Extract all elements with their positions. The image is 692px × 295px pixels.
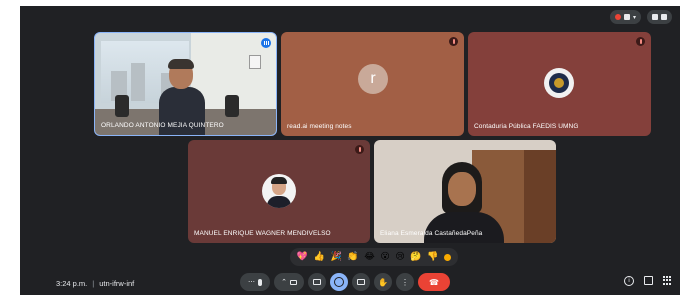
people-indicator[interactable] <box>647 10 672 24</box>
participant-name: Contaduria Pública FAEDIS UMNG <box>474 123 579 130</box>
more-vert-icon: ⋮ <box>401 277 409 287</box>
background-building <box>131 63 145 101</box>
raise-hand-button[interactable]: ✋ <box>374 273 392 291</box>
activities-icon[interactable] <box>663 276 672 285</box>
captions-icon <box>313 279 321 285</box>
reaction-thumbs-down[interactable]: 👎 <box>427 252 438 262</box>
reaction-skin-tone-icon[interactable] <box>444 253 452 261</box>
background-chair <box>225 95 239 117</box>
camera-icon <box>289 279 297 285</box>
emoji-button[interactable] <box>330 273 348 291</box>
call-controls: ⋯ ⌃ ✋ ⋮ ☎ <box>240 272 450 292</box>
more-options-button[interactable]: ⋮ <box>396 273 414 291</box>
reaction-sad[interactable]: 😢 <box>395 252 404 262</box>
reaction-thinking[interactable]: 🤔 <box>410 252 421 262</box>
meeting-code: utn-ifrw-inf <box>99 279 135 288</box>
meet-window: ▾ ORLANDO ANTONIO MEJIA QUINTERO r read.… <box>20 0 680 295</box>
reaction-thumbs-up[interactable]: 👍 <box>314 252 325 262</box>
meeting-details: 3:24 p.m. | utn-ifrw-inf <box>56 279 134 288</box>
captions-button[interactable] <box>308 273 326 291</box>
present-button[interactable] <box>352 273 370 291</box>
present-icon <box>357 279 365 285</box>
speaking-indicator-icon <box>261 38 271 48</box>
participant-name: Eliana Esmeralda CastañedaPeña <box>380 230 483 237</box>
separator: | <box>92 279 95 288</box>
participant-name: ORLANDO ANTONIO MEJIA QUINTERO <box>101 122 224 129</box>
mic-off-icon <box>636 37 645 46</box>
top-right-controls: ▾ <box>609 10 672 24</box>
reaction-party[interactable]: 🎉 <box>331 252 342 262</box>
cast-icon <box>623 14 630 20</box>
participant-tile-eliana[interactable]: Eliana Esmeralda CastañedaPeña <box>374 140 556 243</box>
info-icon[interactable]: i <box>624 276 634 286</box>
mic-off-icon <box>355 145 364 154</box>
background-door <box>524 150 556 243</box>
hangup-icon: ☎ <box>429 277 439 287</box>
participant-tile-orlando[interactable]: ORLANDO ANTONIO MEJIA QUINTERO <box>94 32 277 136</box>
reaction-clap[interactable]: 👏 <box>347 252 358 262</box>
mic-off-icon <box>449 37 458 46</box>
participant-tile-readai[interactable]: r read.ai meeting notes <box>281 32 464 136</box>
camera-button[interactable]: ⌃ <box>274 273 304 291</box>
reactions-bar: 💖 👍 🎉 👏 😂 😮 😢 🤔 👎 <box>290 248 458 266</box>
leave-call-button[interactable]: ☎ <box>418 273 450 291</box>
more-dots-icon: ⋯ <box>248 279 255 286</box>
reaction-laugh[interactable]: 😂 <box>364 252 375 262</box>
hand-icon: ✋ <box>378 277 388 287</box>
person-hair <box>168 59 194 69</box>
recording-indicator[interactable]: ▾ <box>609 10 641 24</box>
people-icon-2 <box>661 14 667 20</box>
side-panel-buttons: i <box>624 276 672 286</box>
avatar: r <box>358 64 388 94</box>
clock-time: 3:24 p.m. <box>56 279 88 288</box>
emoji-icon <box>334 277 344 287</box>
top-margin <box>0 0 692 6</box>
people-icon <box>652 14 658 20</box>
mic-button[interactable]: ⋯ <box>240 273 270 291</box>
reaction-heart[interactable]: 💖 <box>297 252 308 262</box>
participant-tile-contaduria[interactable]: Contaduria Pública FAEDIS UMNG <box>468 32 651 136</box>
chat-icon[interactable] <box>644 276 653 285</box>
participant-name: MANUEL ENRIQUE WAGNER MENDIVELSO <box>194 230 331 237</box>
participant-name: read.ai meeting notes <box>287 123 352 130</box>
chevron-up-icon: ⌃ <box>281 279 287 286</box>
university-seal-avatar <box>544 68 574 98</box>
avatar <box>262 174 296 208</box>
chevron-down-icon: ▾ <box>632 14 636 21</box>
record-dot-icon <box>614 14 621 20</box>
participant-tile-manuel[interactable]: MANUEL ENRIQUE WAGNER MENDIVELSO <box>188 140 370 243</box>
background-chair <box>115 95 129 117</box>
reaction-surprised[interactable]: 😮 <box>380 252 389 262</box>
mic-icon <box>258 278 262 286</box>
wall-poster <box>249 55 261 69</box>
